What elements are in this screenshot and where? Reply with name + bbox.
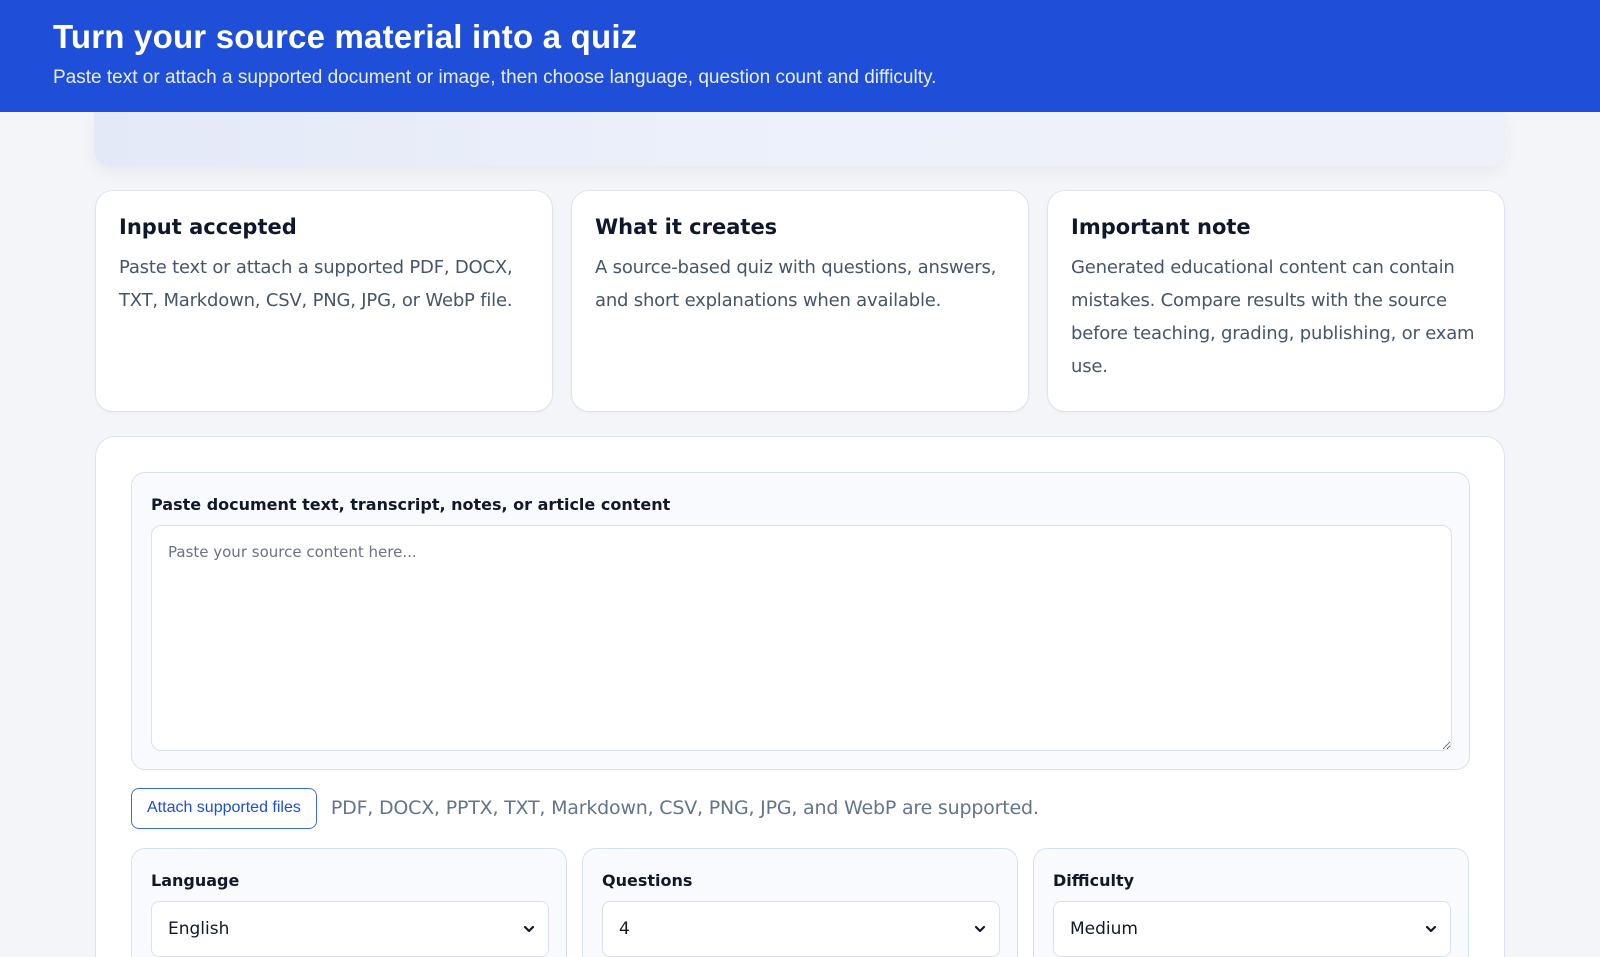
language-selected-value: English: [168, 919, 230, 939]
language-select[interactable]: English: [151, 901, 549, 957]
info-card-title: What it creates: [595, 215, 778, 239]
quiz-form-panel: Paste document text, transcript, notes, …: [95, 436, 1505, 957]
chevron-down-icon: [974, 925, 986, 933]
questions-selected-value: 4: [619, 919, 630, 939]
questions-label: Questions: [602, 871, 693, 890]
info-card-body: Generated educational content can contai…: [1071, 257, 1475, 377]
hero-strip: [94, 112, 1504, 166]
header-banner: Turn your source material into a quiz Pa…: [0, 0, 1600, 112]
questions-group: Questions 4: [582, 848, 1018, 957]
attach-supported-note: PDF, DOCX, PPTX, TXT, Markdown, CSV, PNG…: [330, 797, 1039, 819]
chevron-down-icon: [523, 925, 535, 933]
info-card-what-it-creates: What it creates A source-based quiz with…: [571, 190, 1029, 412]
attach-files-button[interactable]: Attach supported files: [131, 787, 317, 829]
attach-row: Attach supported files PDF, DOCX, PPTX, …: [131, 787, 1039, 829]
page-title: Turn your source material into a quiz: [53, 18, 638, 55]
difficulty-selected-value: Medium: [1070, 919, 1138, 939]
source-text-label: Paste document text, transcript, notes, …: [151, 495, 671, 514]
info-card-title: Important note: [1071, 215, 1251, 239]
difficulty-group: Difficulty Medium: [1033, 848, 1469, 957]
language-group: Language English: [131, 848, 567, 957]
language-label: Language: [151, 871, 240, 890]
info-card-body: Paste text or attach a supported PDF, DO…: [119, 257, 513, 311]
info-card-important-note: Important note Generated educational con…: [1047, 190, 1505, 412]
chevron-down-icon: [1425, 925, 1437, 933]
info-card-body: A source-based quiz with questions, answ…: [595, 257, 997, 311]
difficulty-label: Difficulty: [1053, 871, 1135, 890]
page-subtitle: Paste text or attach a supported documen…: [53, 67, 937, 88]
source-text-group: Paste document text, transcript, notes, …: [131, 472, 1470, 770]
questions-select[interactable]: 4: [602, 901, 1000, 957]
difficulty-select[interactable]: Medium: [1053, 901, 1451, 957]
info-card-input-accepted: Input accepted Paste text or attach a su…: [95, 190, 553, 412]
quiz-generator-page: Turn your source material into a quiz Pa…: [0, 0, 1600, 957]
info-card-title: Input accepted: [119, 215, 297, 239]
source-textarea[interactable]: [151, 525, 1452, 751]
